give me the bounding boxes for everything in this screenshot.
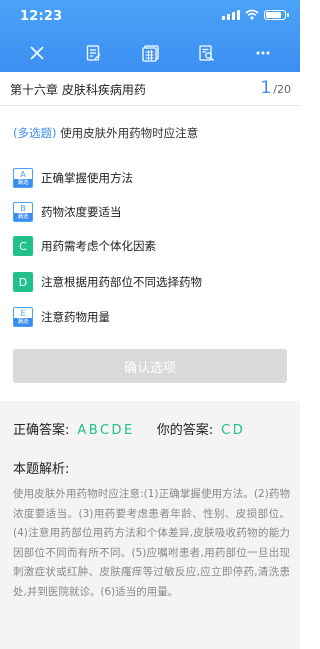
status-time: 12:23 [20, 9, 63, 24]
total-pages: /20 [273, 83, 291, 96]
battery-icon [264, 9, 289, 20]
question-text: 使用皮肤外用药物时应注意 [60, 126, 199, 140]
option-a[interactable]: A 漏选 正确掌握使用方法 [13, 167, 133, 189]
status-icons [222, 9, 289, 20]
option-b-text: 药物浓度要适当 [41, 205, 122, 219]
correct-answer-label: 正确答案: [13, 423, 70, 438]
chapter-header: 第十六章 皮肤科疾病用药 1/20 [0, 72, 300, 106]
toolbar [0, 36, 300, 70]
signal-icon [222, 9, 240, 20]
answer-summary: 正确答案: ABCDE 你的答案: CD [13, 419, 245, 438]
chapter-title: 第十六章 皮肤科疾病用药 [10, 83, 146, 97]
question-type: (多选题) [13, 126, 57, 140]
option-d-badge: D [13, 272, 33, 292]
option-d[interactable]: D 注意根据用药部位不同选择药物 [13, 271, 202, 293]
top-bar: 12:23 [0, 0, 300, 72]
analysis-panel: 正确答案: ABCDE 你的答案: CD 本题解析: 使用皮肤外用药物时应注意:(1)… [0, 401, 300, 649]
option-a-badge: A 漏选 [13, 168, 33, 188]
option-c-badge: C [13, 236, 33, 256]
option-c[interactable]: C 用药需考虑个体化因素 [13, 235, 156, 257]
close-icon[interactable] [24, 40, 50, 66]
option-e-text: 注意药物用量 [41, 310, 110, 324]
status-bar: 12:23 [0, 0, 300, 34]
option-b[interactable]: B 漏选 药物浓度要适当 [13, 201, 122, 223]
more-icon[interactable] [250, 40, 276, 66]
option-b-badge: B 漏选 [13, 202, 33, 222]
option-a-text: 正确掌握使用方法 [41, 171, 133, 185]
option-e-badge: E 漏选 [13, 307, 33, 327]
question-stem: (多选题) 使用皮肤外用药物时应注意 [13, 125, 198, 141]
option-e[interactable]: E 漏选 注意药物用量 [13, 306, 110, 328]
wifi-icon [245, 9, 259, 20]
edit-notes-icon[interactable] [80, 40, 106, 66]
analysis-title: 本题解析: [13, 462, 70, 477]
your-answer-label: 你的答案: [156, 423, 214, 438]
page-indicator: 1/20 [260, 78, 291, 98]
option-d-text: 注意根据用药部位不同选择药物 [41, 275, 202, 289]
option-c-text: 用药需考虑个体化因素 [41, 239, 156, 253]
answer-sheet-icon[interactable] [137, 40, 163, 66]
correct-answer-value: ABCDE [77, 423, 135, 438]
your-answer-value: CD [221, 423, 246, 438]
confirm-button[interactable]: 确认选项 [13, 349, 287, 383]
current-page: 1 [260, 78, 272, 98]
analysis-text: 使用皮肤外用药物时应注意:(1)正确掌握使用方法。(2)药物浓度要适当。(3)用… [13, 488, 290, 598]
search-document-icon[interactable] [194, 40, 220, 66]
